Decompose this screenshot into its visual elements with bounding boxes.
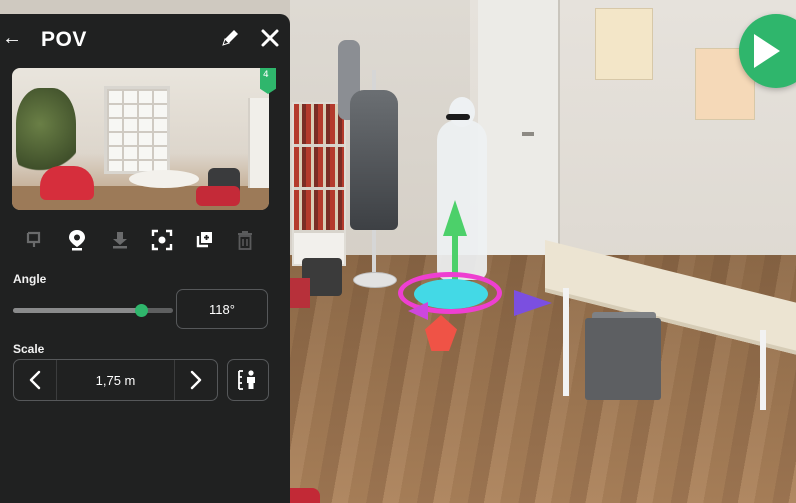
flag-marker-icon [26, 231, 41, 247]
hanging-coat [350, 90, 398, 230]
chevron-left-icon [29, 370, 41, 390]
focus-frame-button[interactable] [148, 226, 176, 254]
close-icon[interactable] [259, 27, 281, 49]
thumbnail-window [104, 86, 170, 174]
scale-increase-button[interactable] [174, 360, 217, 400]
focus-frame-icon [151, 229, 173, 251]
download-button[interactable] [106, 226, 134, 254]
gizmo-rotate-ring[interactable] [398, 272, 502, 314]
pov-toolbar [12, 226, 274, 254]
door-handle [522, 132, 534, 136]
trash-can [585, 318, 661, 400]
duplicate-button[interactable] [190, 226, 218, 254]
scale-value[interactable]: 1,75 m [56, 360, 175, 400]
delete-button[interactable] [231, 226, 259, 254]
thumbnail-shelf [248, 98, 269, 188]
thumbnail-red-chair [40, 166, 94, 200]
thumbnail-plant [16, 88, 76, 178]
play-icon [754, 34, 780, 68]
person-height-icon [238, 370, 255, 390]
scale-decrease-button[interactable] [14, 360, 57, 400]
pov-thumbnail[interactable] [12, 68, 269, 210]
pencil-icon[interactable] [219, 27, 241, 49]
flag-marker-button[interactable] [20, 226, 48, 254]
angle-input[interactable]: 118° [176, 289, 268, 329]
pov-panel: ← POV 4 Angle 118° Scale 1,75 m [0, 14, 290, 503]
thumbnail-marker-label: 4 [263, 70, 269, 80]
panel-title: POV [41, 28, 87, 51]
angle-label: Angle [13, 272, 47, 286]
desk-leg [563, 288, 569, 396]
download-icon [113, 232, 127, 249]
angle-slider-fill [13, 308, 141, 313]
bookshelf [292, 102, 346, 266]
wall-poster [595, 8, 653, 80]
desk-leg [760, 330, 766, 410]
gizmo-up-arrow[interactable] [443, 200, 467, 236]
coat-stand-base [353, 272, 397, 288]
scale-stepper: 1,75 m [13, 359, 218, 401]
angle-slider-thumb[interactable] [135, 304, 148, 317]
trash-icon [238, 231, 252, 250]
thumbnail-red-chair [196, 186, 240, 206]
room-door [478, 0, 560, 270]
scale-label: Scale [13, 342, 45, 356]
gizmo-x-arrow[interactable] [514, 290, 552, 316]
panel-header: ← POV [0, 14, 290, 64]
arrow-left-icon[interactable]: ← [2, 28, 22, 48]
thumbnail-table [129, 170, 199, 188]
chevron-right-icon [190, 370, 202, 390]
map-pin-button[interactable] [63, 226, 91, 254]
angle-slider[interactable] [13, 304, 173, 317]
red-chair [290, 278, 310, 308]
map-pin-icon [69, 230, 85, 251]
person-height-button[interactable] [227, 359, 269, 401]
duplicate-icon [196, 232, 212, 248]
thumbnail-marker[interactable]: 4 [260, 68, 276, 94]
